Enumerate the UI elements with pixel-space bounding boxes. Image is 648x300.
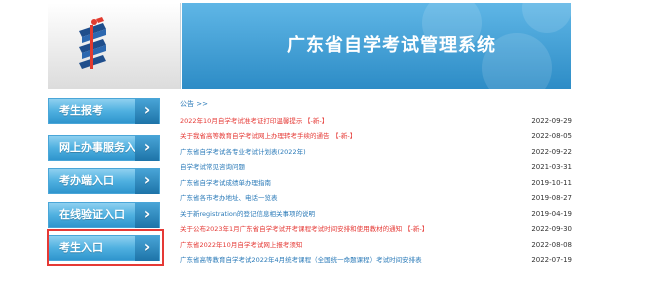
highlight-box: [47, 229, 164, 266]
sidebar-item-online-service[interactable]: 网上办事服务入口 ›: [48, 135, 160, 161]
sidebar-item-label: 在线验证入口: [59, 208, 125, 221]
notice-row[interactable]: 关于公布2023年1月广东省自学考试开考课程考试时间安排和使用教材的通知 【-新-…: [180, 223, 572, 235]
notice-date: 2019-08-27: [531, 194, 572, 202]
sidebar-item-exam-office[interactable]: 考办端入口 ›: [48, 168, 160, 194]
notice-row[interactable]: 广东省各市考办地址、电话一览表 2019-08-27: [180, 192, 572, 204]
notice-title[interactable]: 关于新registration的登记信息相关事项的说明: [180, 208, 315, 220]
sidebar-item-label: 考生报考: [59, 104, 103, 117]
notice-row[interactable]: 广东省高等教育自学考试2022年4月统考课程（全国统一命题课程）考试时间安排表 2…: [180, 254, 572, 266]
new-badge: 【-新-】: [304, 117, 329, 125]
notice-title[interactable]: 关于我省高等教育自学考试网上办理转考手续的通告: [180, 130, 330, 142]
notice-title[interactable]: 自学考试常见咨询问题: [180, 161, 245, 173]
notice-row[interactable]: 广东省自学考试成绩单办理指南 2019-10-11: [180, 177, 572, 189]
new-badge: 【-新-】: [332, 132, 357, 140]
notice-date: 2022-09-22: [531, 148, 572, 156]
notice-row[interactable]: 关于新registration的登记信息相关事项的说明 2019-04-19: [180, 208, 572, 220]
notice-title[interactable]: 广东省2022年10月自学考试网上报考须知: [180, 239, 302, 251]
chevron-right-icon: ›: [135, 168, 159, 194]
notice-date: 2021-03-31: [531, 163, 572, 171]
notice-row[interactable]: 自学考试常见咨询问题 2021-03-31: [180, 161, 572, 173]
notice-date: 2022-08-05: [531, 132, 572, 140]
notice-date: 2019-04-19: [531, 210, 572, 218]
notice-date: 2022-07-19: [531, 256, 572, 264]
sidebar-item-label: 考办端入口: [59, 174, 114, 187]
notice-date: 2022-09-29: [531, 117, 572, 125]
notice-list: 公告 >> 2022年10月自学考试准考证打印温馨提示 【-新-】 2022-09-…: [180, 99, 572, 264]
sidebar-item-online-verify[interactable]: 在线验证入口 ›: [48, 202, 160, 228]
chevron-right-icon: ›: [135, 98, 159, 124]
sidebar-item-exam-registration[interactable]: 考生报考 ›: [48, 98, 160, 124]
sidebar-item-label: 网上办事服务入口: [59, 141, 147, 154]
notice-row[interactable]: 广东省自学考试各专业考试计划表(2022年) 2022-09-22: [180, 146, 572, 158]
page-header: 广东省自学考试管理系统: [48, 3, 571, 89]
chevron-right-icon: ›: [135, 135, 159, 161]
notice-row[interactable]: 广东省2022年10月自学考试网上报考须知 2022-08-08: [180, 239, 572, 251]
notice-date: 2022-08-08: [531, 241, 572, 249]
notice-date: 2022-09-30: [531, 225, 572, 233]
notice-title[interactable]: 关于公布2023年1月广东省自学考试开考课程考试时间安排和使用教材的通知: [180, 223, 402, 235]
notice-title[interactable]: 2022年10月自学考试准考证打印温馨提示: [180, 115, 302, 127]
notice-heading[interactable]: 公告 >>: [180, 99, 572, 109]
notice-title[interactable]: 广东省自学考试成绩单办理指南: [180, 177, 271, 189]
notice-row[interactable]: 关于我省高等教育自学考试网上办理转考手续的通告 【-新-】 2022-08-05: [180, 130, 572, 142]
chevron-right-icon: ›: [135, 202, 159, 228]
notice-date: 2019-10-11: [531, 179, 572, 187]
new-badge: 【-新-】: [404, 225, 429, 233]
notice-row[interactable]: 2022年10月自学考试准考证打印温馨提示 【-新-】 2022-09-29: [180, 115, 572, 127]
header-banner: 广东省自学考试管理系统: [182, 3, 571, 89]
notice-title[interactable]: 广东省自学考试各专业考试计划表(2022年): [180, 146, 306, 158]
page-title: 广东省自学考试管理系统: [287, 35, 496, 56]
notice-title[interactable]: 广东省各市考办地址、电话一览表: [180, 192, 278, 204]
logo-area: [48, 3, 181, 89]
notice-title[interactable]: 广东省高等教育自学考试2022年4月统考课程（全国统一命题课程）考试时间安排表: [180, 254, 422, 266]
exam-logo-icon: [79, 17, 106, 69]
